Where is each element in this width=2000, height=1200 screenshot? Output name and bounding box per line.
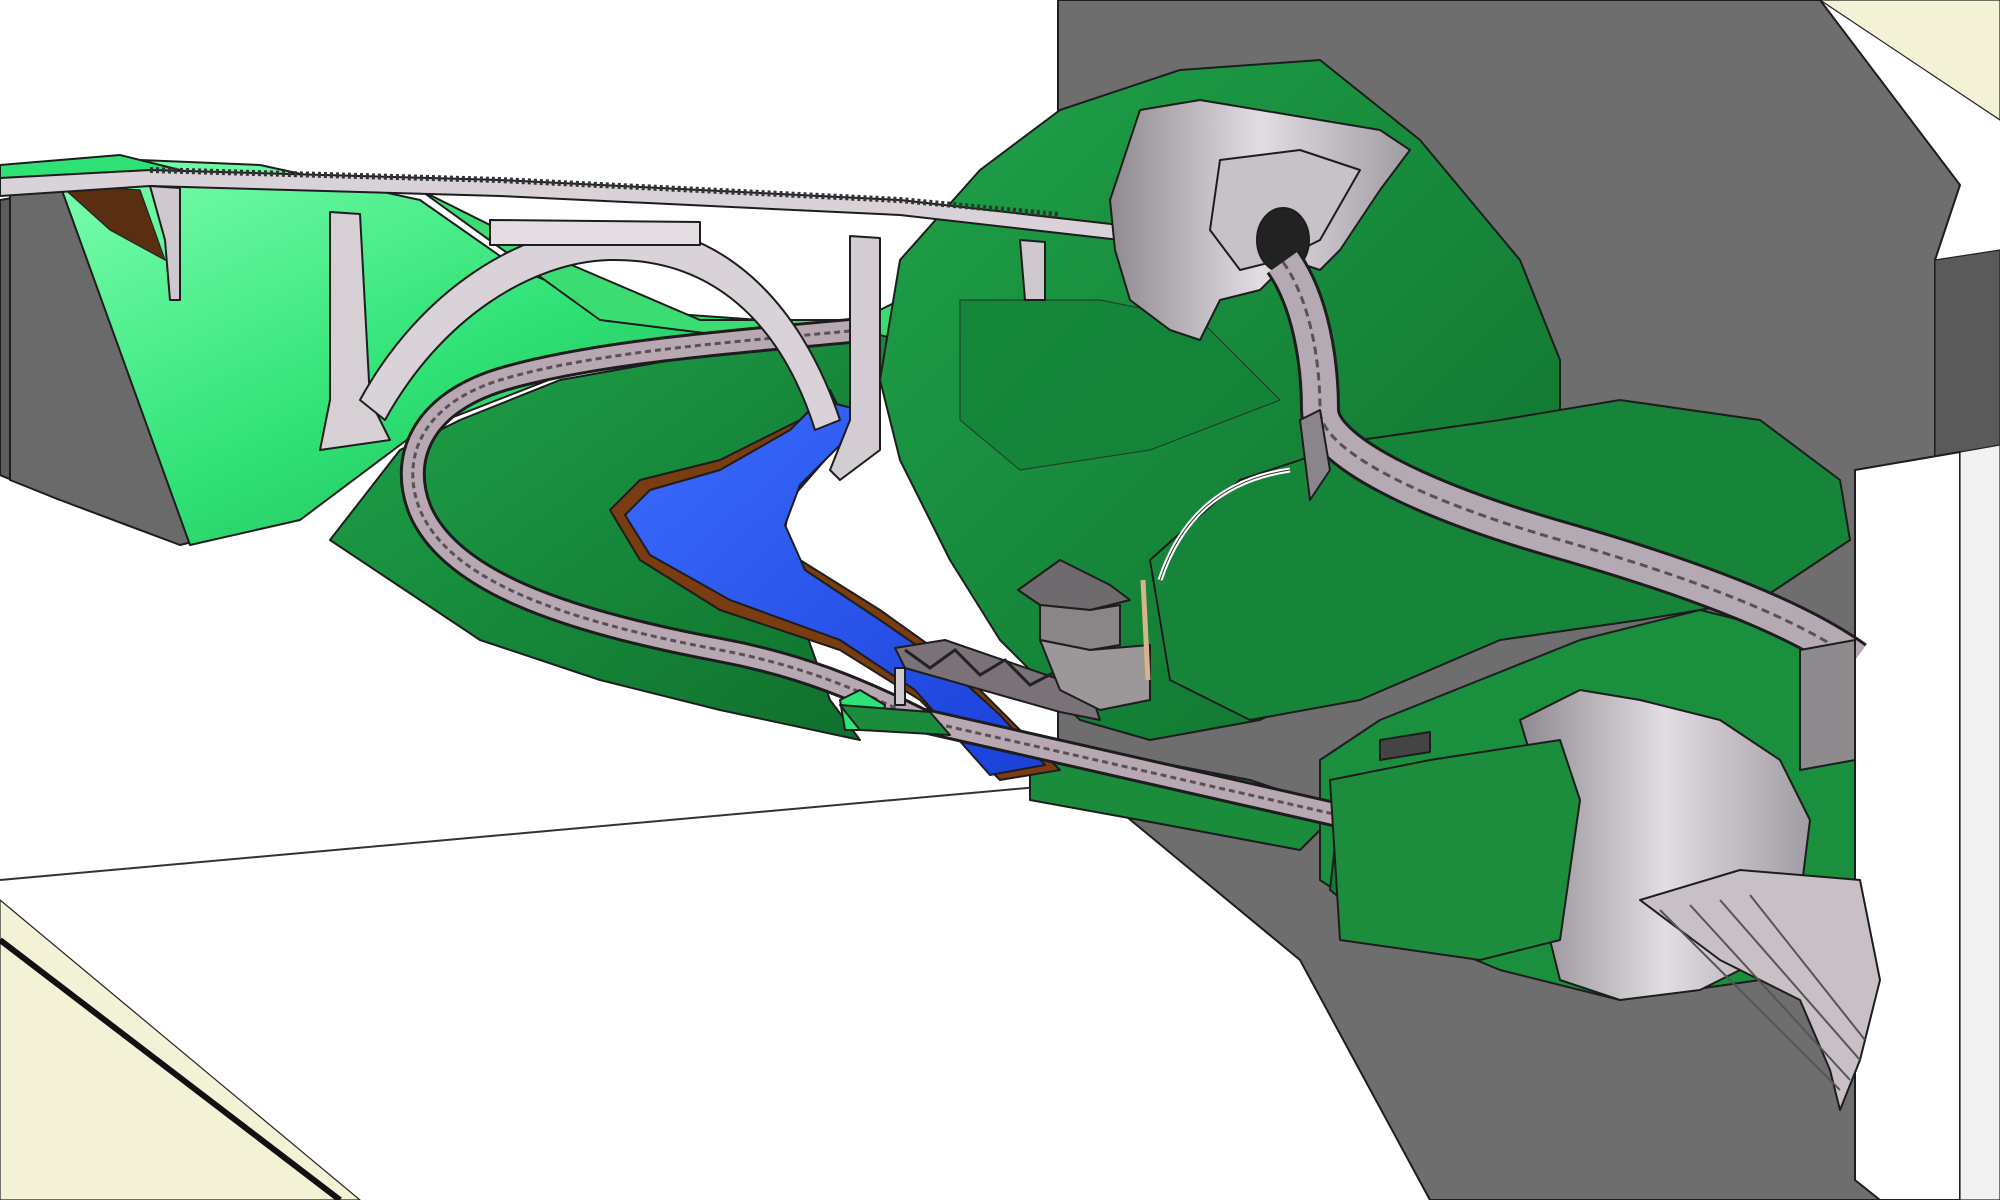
layout-render [0, 0, 2000, 1200]
white-column-face [1959, 444, 2000, 1200]
layout-scene [0, 0, 2000, 1200]
truss-bridge-abutment [894, 667, 906, 706]
viaduct-arch-crown [489, 219, 701, 246]
viaduct-pier-4 [1019, 239, 1046, 301]
floor-tint-left [0, 899, 361, 1200]
white-column [1854, 451, 1961, 1200]
tunnel-portal-lower-hood [1329, 739, 1581, 961]
tunnel-side-block [1799, 639, 1856, 771]
